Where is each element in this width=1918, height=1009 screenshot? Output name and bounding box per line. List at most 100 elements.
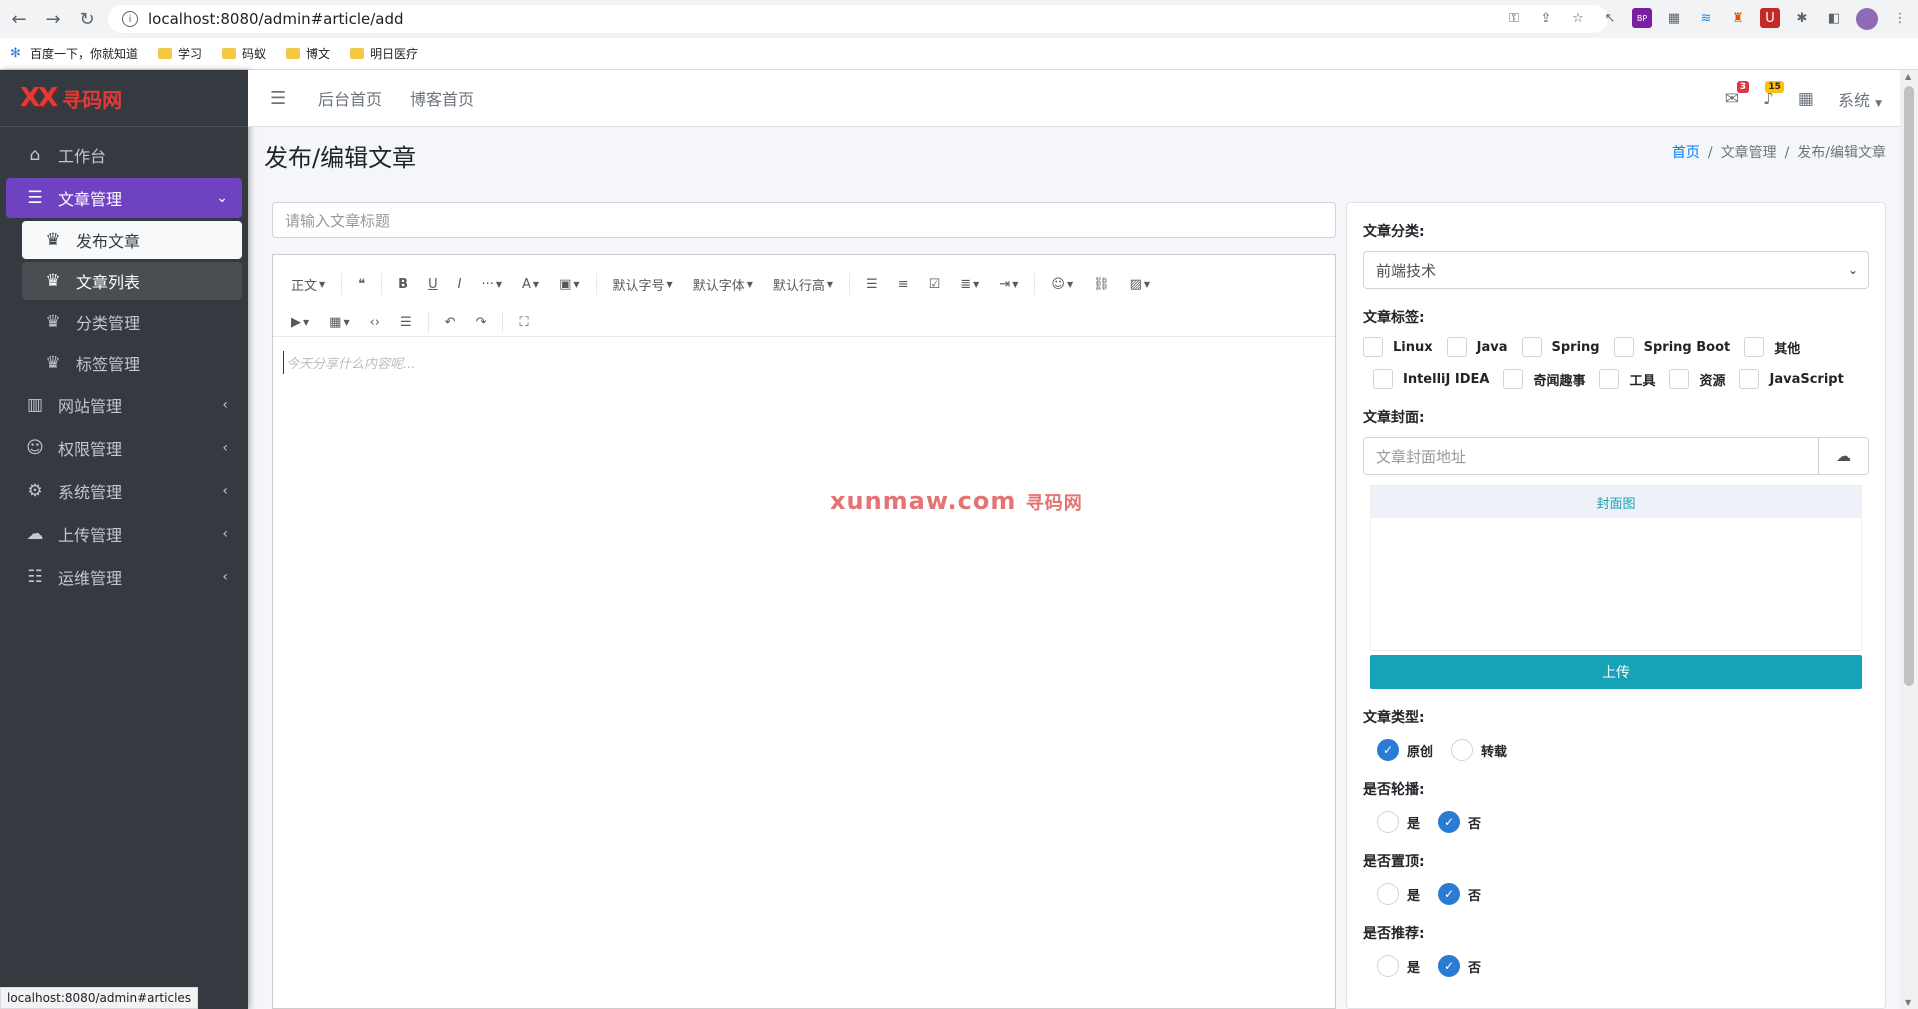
carousel-no[interactable]: ✓ 否 (1438, 811, 1481, 833)
sidebar-item-dashboard[interactable]: ⌂ 工作台 (6, 135, 242, 175)
line-height-dropdown[interactable]: 默认行高 ▼ (763, 269, 843, 299)
bookmark-baidu[interactable]: ✻ 百度一下，你就知道 (10, 45, 138, 62)
align-icon[interactable]: ≣ ▼ (950, 269, 989, 299)
underline-icon[interactable]: U (418, 269, 448, 299)
sidebar-item-articles[interactable]: ☰ 文章管理 ⌄ (6, 178, 242, 218)
tag-intellij[interactable]: IntelliJ IDEA (1373, 369, 1489, 389)
scroll-up-icon[interactable]: ▲ (1905, 72, 1911, 81)
category-select[interactable]: 前端技术 ⌄ (1363, 251, 1869, 289)
bold-icon[interactable]: B (388, 269, 418, 299)
tag-javascript[interactable]: JavaScript (1739, 369, 1844, 389)
breadcrumb-home[interactable]: 首页 (1672, 145, 1700, 161)
font-size-dropdown[interactable]: 默认字号 ▼ (603, 269, 683, 299)
tag-java[interactable]: Java (1446, 337, 1508, 357)
sidebar-item-article-list[interactable]: ♛ 文章列表 (22, 262, 242, 300)
undo-icon[interactable]: ↶ (435, 307, 466, 337)
bell-icon[interactable]: ♪ 15 (1763, 80, 1784, 109)
numbered-list-icon[interactable]: ≡ (888, 269, 919, 299)
carousel-yes[interactable]: 是 (1377, 811, 1420, 833)
tag-tools[interactable]: 工具 (1599, 369, 1655, 389)
redo-icon[interactable]: ↷ (466, 307, 497, 337)
breadcrumb-articles[interactable]: 文章管理 (1721, 145, 1777, 161)
check-icon[interactable]: ✓ (1438, 883, 1461, 905)
check-icon[interactable]: ✓ (1438, 811, 1461, 833)
sidebar-item-site[interactable]: ▥ 网站管理 ‹ (6, 385, 242, 425)
image-icon[interactable]: ▨ ▼ (1120, 269, 1160, 299)
recommend-yes[interactable]: 是 (1377, 955, 1420, 977)
more-icon[interactable]: ⋮ (1890, 8, 1910, 28)
upload-button[interactable]: 上传 (1370, 655, 1862, 689)
grid-icon[interactable]: ▦ (1798, 89, 1814, 109)
sidebar-item-categories[interactable]: ♛ 分类管理 (22, 303, 242, 341)
background-color-icon[interactable]: ▣ ▼ (549, 269, 589, 299)
link-icon[interactable]: ⛓ (1083, 269, 1120, 299)
tag-curiosities[interactable]: 奇闻趣事 (1503, 369, 1585, 389)
sidebar-item-ops[interactable]: ☷ 运维管理 ‹ (6, 557, 242, 597)
blog-home-link[interactable]: 博客首页 (410, 86, 474, 110)
cover-url-input[interactable]: 文章封面地址 (1363, 437, 1820, 475)
extension-b-icon[interactable]: BP (1632, 8, 1652, 28)
video-icon[interactable]: ▶ ▼ (281, 307, 319, 337)
article-title-input[interactable]: 请输入文章标题 (272, 202, 1336, 238)
table-icon[interactable]: ▦ ▼ (319, 307, 359, 337)
tag-other[interactable]: 其他 (1744, 337, 1800, 357)
page-scrollbar[interactable]: ▲ ▼ (1900, 70, 1918, 1009)
star-icon[interactable]: ☆ (1568, 8, 1588, 28)
bookmark-bowen[interactable]: 博文 (286, 45, 330, 62)
cloud-upload-icon[interactable]: ☁ (1819, 437, 1869, 475)
type-repost[interactable]: 转载 (1451, 739, 1507, 761)
top-yes[interactable]: 是 (1377, 883, 1420, 905)
reload-icon[interactable]: ↻ (72, 4, 102, 34)
check-icon[interactable]: ✓ (1438, 955, 1461, 977)
paragraph-dropdown[interactable]: 正文 ▼ (281, 269, 335, 299)
italic-icon[interactable]: I (448, 269, 472, 299)
hamburger-icon[interactable]: ☰ (270, 88, 290, 109)
info-icon[interactable]: i (122, 11, 138, 27)
scroll-down-icon[interactable]: ▼ (1905, 998, 1911, 1007)
sidebar-item-system[interactable]: ⚙ 系统管理 ‹ (6, 471, 242, 511)
key-icon[interactable]: ⚿ (1504, 8, 1524, 28)
sidebar-item-uploads[interactable]: ☁ 上传管理 ‹ (6, 514, 242, 554)
puzzle-icon[interactable]: ✱ (1792, 8, 1812, 28)
indent-icon[interactable]: ⇥ ▼ (989, 269, 1028, 299)
check-icon[interactable]: ✓ (1377, 739, 1399, 761)
bullet-list-icon[interactable]: ☰ (856, 269, 888, 299)
bookmark-study[interactable]: 学习 (158, 45, 202, 62)
admin-home-link[interactable]: 后台首页 (318, 86, 382, 110)
quote-icon[interactable]: ❝ (348, 269, 375, 299)
share-icon[interactable]: ⇪ (1536, 8, 1556, 28)
recommend-no[interactable]: ✓ 否 (1438, 955, 1481, 977)
tag-resources[interactable]: 资源 (1669, 369, 1725, 389)
scroll-thumb[interactable] (1904, 86, 1914, 686)
brand[interactable]: XX 寻码网 (0, 70, 248, 127)
forward-icon[interactable]: → (38, 4, 68, 34)
divider-icon[interactable]: ☰ (390, 307, 422, 337)
todo-icon[interactable]: ☑ (919, 269, 951, 299)
bookmark-mayi[interactable]: 码蚁 (222, 45, 266, 62)
back-icon[interactable]: ← (4, 4, 34, 34)
tag-linux[interactable]: Linux (1363, 337, 1433, 357)
tag-spring-boot[interactable]: Spring Boot (1613, 337, 1730, 357)
editor-content[interactable]: 今天分享什么内容呢... (273, 337, 1335, 1007)
extension-c-icon[interactable]: ▦ (1664, 8, 1684, 28)
address-bar[interactable]: i localhost:8080/admin#article/add (108, 5, 1608, 33)
sidepanel-icon[interactable]: ◧ (1824, 8, 1844, 28)
code-icon[interactable]: ‹› (360, 307, 390, 337)
profile-avatar[interactable] (1856, 8, 1878, 30)
type-original[interactable]: ✓ 原创 (1377, 739, 1433, 761)
extension-a-icon[interactable]: ↖ (1600, 8, 1620, 28)
font-color-icon[interactable]: A ▼ (512, 269, 549, 299)
extension-e-icon[interactable]: ♜ (1728, 8, 1748, 28)
extension-d-icon[interactable]: ≋ (1696, 8, 1716, 28)
top-no[interactable]: ✓ 否 (1438, 883, 1481, 905)
sidebar-item-permissions[interactable]: ☺ 权限管理 ‹ (6, 428, 242, 468)
tag-spring[interactable]: Spring (1521, 337, 1600, 357)
more-format-icon[interactable]: ··· ▼ (471, 269, 512, 299)
font-family-dropdown[interactable]: 默认字体 ▼ (683, 269, 763, 299)
messages-icon[interactable]: ✉ 3 (1725, 80, 1750, 109)
system-dropdown[interactable]: 系统 ▼ (1838, 87, 1882, 111)
sidebar-item-publish-article[interactable]: ♛ 发布文章 (22, 221, 242, 259)
emoji-icon[interactable]: ☺ ▼ (1041, 269, 1083, 299)
shield-icon[interactable]: U (1760, 8, 1780, 28)
sidebar-item-tags[interactable]: ♛ 标签管理 (22, 344, 242, 382)
